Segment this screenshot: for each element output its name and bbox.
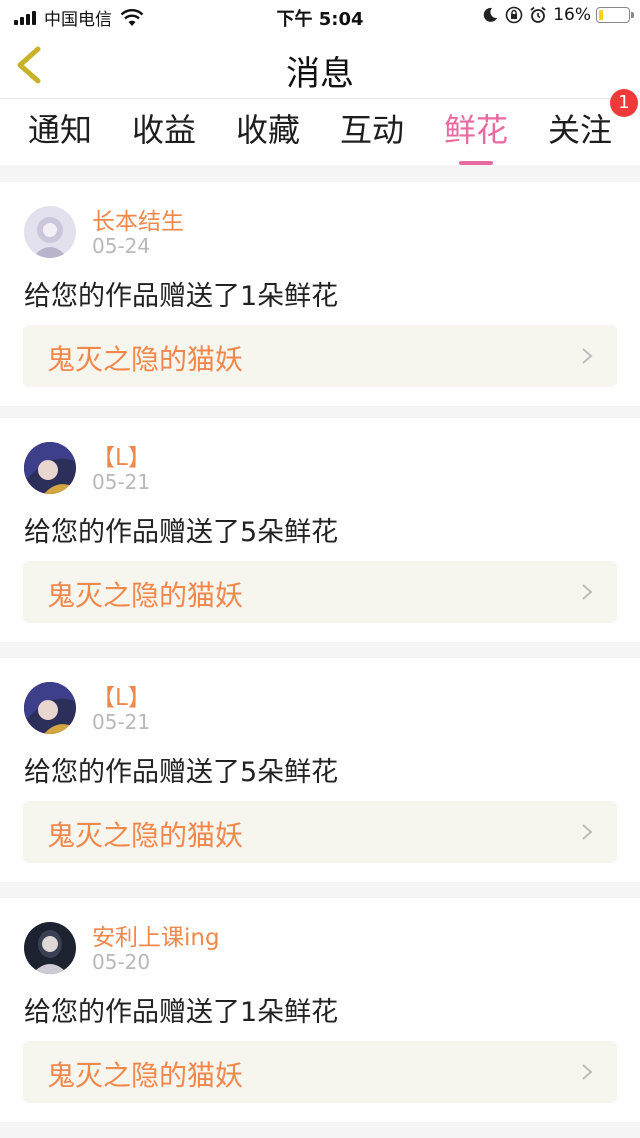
work-link[interactable]: 鬼灭之隐的猫妖 (23, 801, 617, 863)
tab-notifications[interactable]: 通知 (28, 105, 92, 151)
tab-flowers[interactable]: 鲜花 (443, 105, 509, 165)
tab-earnings[interactable]: 收益 (132, 105, 196, 151)
chevron-right-icon (582, 1064, 593, 1080)
tab-label: 收益 (131, 111, 197, 149)
message-date: 05-20 (92, 950, 151, 974)
chevron-right-icon (582, 584, 593, 600)
moon-icon (483, 7, 498, 22)
message-text: 给您的作品赠送了1朵鲜花 (24, 281, 339, 312)
work-link[interactable]: 鬼灭之隐的猫妖 (23, 325, 617, 387)
orientation-lock-icon (505, 6, 523, 24)
battery-icon (596, 7, 634, 23)
status-bar: 中国电信 下午 5:04 16% (0, 0, 640, 32)
avatar[interactable] (24, 682, 76, 734)
message-text: 给您的作品赠送了5朵鲜花 (24, 517, 339, 548)
username[interactable]: 安利上课ing (92, 918, 220, 952)
work-title: 鬼灭之隐的猫妖 (47, 343, 244, 376)
tab-favorites[interactable]: 收藏 (236, 105, 300, 151)
username[interactable]: 长本结生 (92, 202, 184, 236)
active-tab-indicator (458, 161, 493, 165)
avatar[interactable] (24, 442, 76, 494)
battery-percent: 16% (553, 5, 591, 25)
message-card: 长本结生 05-24 给您的作品赠送了1朵鲜花 鬼灭之隐的猫妖 (0, 182, 640, 406)
username[interactable]: 【L】 (92, 438, 151, 472)
work-link[interactable]: 鬼灭之隐的猫妖 (23, 561, 617, 623)
tab-label: 通知 (27, 111, 93, 149)
tab-label: 收藏 (235, 111, 301, 149)
tab-label: 关注 (547, 111, 613, 149)
page-title: 消息 (286, 54, 354, 94)
message-text: 给您的作品赠送了5朵鲜花 (24, 757, 339, 788)
unread-badge: 1 (610, 89, 638, 117)
tab-interactions[interactable]: 互动 (340, 105, 404, 151)
tab-bar: 通知 收益 收藏 互动 鲜花 关注 1 (0, 89, 640, 165)
work-link[interactable]: 鬼灭之隐的猫妖 (23, 1041, 617, 1103)
chevron-right-icon (582, 824, 593, 840)
username[interactable]: 【L】 (92, 678, 151, 712)
message-card: 【L】 05-21 给您的作品赠送了5朵鲜花 鬼灭之隐的猫妖 (0, 418, 640, 642)
avatar[interactable] (24, 922, 76, 974)
work-title: 鬼灭之隐的猫妖 (47, 819, 244, 852)
message-date: 05-24 (92, 234, 151, 258)
alarm-icon (530, 6, 546, 23)
tab-label: 鲜花 (443, 111, 509, 149)
tab-following[interactable]: 关注 (548, 105, 612, 151)
work-title: 鬼灭之隐的猫妖 (47, 1059, 244, 1092)
work-title: 鬼灭之隐的猫妖 (47, 579, 244, 612)
message-card: 【L】 05-21 给您的作品赠送了5朵鲜花 鬼灭之隐的猫妖 (0, 658, 640, 882)
avatar[interactable] (24, 206, 76, 258)
chevron-right-icon (582, 348, 593, 364)
message-card: 安利上课ing 05-20 给您的作品赠送了1朵鲜花 鬼灭之隐的猫妖 (0, 898, 640, 1122)
navigation-bar: 消息 (0, 32, 640, 99)
message-date: 05-21 (92, 470, 151, 494)
message-text: 给您的作品赠送了1朵鲜花 (24, 997, 339, 1028)
tab-label: 互动 (339, 111, 405, 149)
message-date: 05-21 (92, 710, 151, 734)
status-right: 16% (481, 5, 634, 25)
